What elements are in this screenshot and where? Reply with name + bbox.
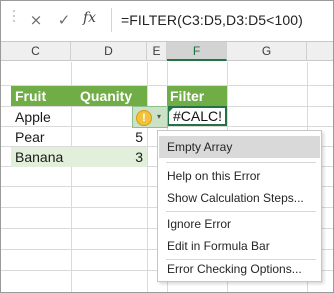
table-cell-fruit[interactable]: Apple [11,107,71,127]
column-header-next[interactable] [307,42,333,61]
menu-item-edit-in-formula-bar[interactable]: Edit in Formula Bar [159,235,320,257]
table-cell-quantity[interactable]: 5 [71,127,147,147]
column-header-e[interactable]: E [147,42,167,61]
table-cell-quantity[interactable]: 3 [71,147,147,167]
column-header-d[interactable]: D [71,42,147,61]
column-header-f[interactable]: F [167,42,227,61]
table-cell-fruit[interactable]: Banana [11,147,71,167]
error-smart-tag-button[interactable]: ! ▾ [132,106,168,128]
table-header-fruit[interactable]: Fruit [11,86,71,106]
grid-line [147,62,148,292]
formula-bar-grip[interactable] [13,10,17,30]
insert-function-icon[interactable]: fx [83,10,96,26]
warning-icon: ! [136,110,152,126]
excel-window: × ✓ fx =FILTER(C3:D5,D3:D5<100) C D E F … [0,0,334,293]
menu-item-error-checking-options[interactable]: Error Checking Options... [159,258,320,280]
menu-item-help-on-error[interactable]: Help on this Error [159,165,320,187]
formula-bar-divider [111,8,112,32]
menu-item-ignore-error[interactable]: Ignore Error [159,213,320,235]
menu-item-empty-array[interactable]: Empty Array [159,136,320,158]
column-header-row: C D E F G [1,41,333,61]
error-value: #CALC! [173,108,223,124]
error-options-menu: Empty Array Help on this Error Show Calc… [157,130,322,282]
enter-icon[interactable]: ✓ [53,9,75,31]
column-header-g[interactable]: G [227,42,307,61]
menu-separator [166,162,316,163]
column-header-c[interactable]: C [1,42,71,61]
table-header-quantity[interactable]: Quanity [71,86,147,106]
chevron-down-icon: ▾ [157,112,162,121]
table-cell-fruit[interactable]: Pear [11,127,71,147]
menu-item-show-calculation-steps[interactable]: Show Calculation Steps... [159,187,320,209]
formula-bar: × ✓ fx =FILTER(C3:D5,D3:D5<100) [1,1,333,39]
cancel-icon[interactable]: × [25,9,47,31]
formula-input[interactable]: =FILTER(C3:D5,D3:D5<100) [121,12,303,28]
menu-separator [166,211,316,212]
filter-header[interactable]: Filter [167,86,227,106]
